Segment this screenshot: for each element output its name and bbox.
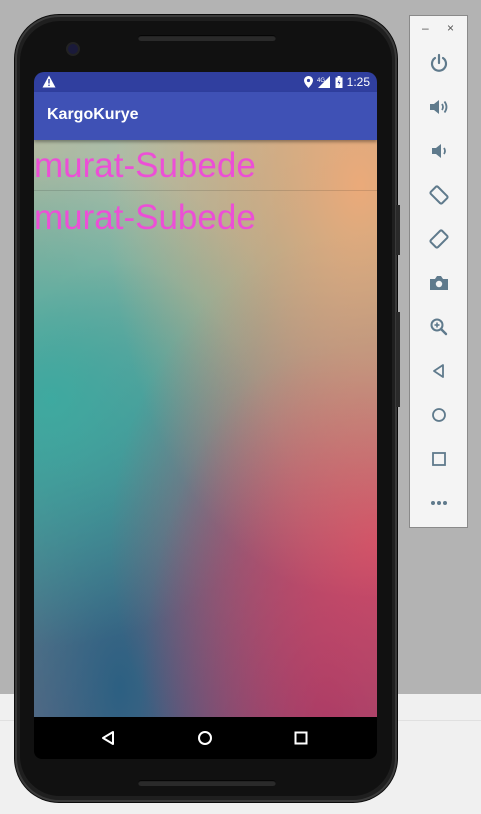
text-line: murat-Subede [34,146,256,185]
status-bar: 4G 1:25 [34,72,377,92]
battery-icon [335,76,343,88]
power-side-button[interactable] [396,205,400,255]
volume-up-icon [430,100,448,114]
toolbar-back-button[interactable] [426,358,452,384]
minimize-button[interactable]: – [422,22,429,34]
home-icon [432,408,446,422]
volume-side-button[interactable] [396,312,400,407]
more-icon [431,501,447,505]
status-time: 1:25 [346,75,370,89]
camera-icon [430,276,448,290]
toolbar-overview-button[interactable] [426,446,452,472]
back-icon [102,731,114,745]
content-background: murat-Subede murat-Subede [34,140,377,717]
toolbar-home-button[interactable] [426,402,452,428]
emulator-toolbar: – × [409,15,468,528]
rotate-right-button[interactable] [426,226,452,252]
rotate-left-icon [429,185,449,205]
location-icon [303,76,313,88]
volume-down-button[interactable] [426,138,452,164]
more-button[interactable] [426,490,452,516]
zoom-icon [430,318,448,336]
zoom-button[interactable] [426,314,452,340]
rotate-left-button[interactable] [426,182,452,208]
signal-4g-icon: 4G [317,76,330,88]
nav-back-button[interactable] [96,726,120,750]
bottom-speaker [138,780,276,786]
text-line: murat-Subede [34,198,256,237]
volume-up-button[interactable] [426,94,452,120]
back-icon [433,364,444,378]
app-title: KargoKurye [47,106,139,123]
phone-screen: 4G 1:25 KargoKurye murat-Subede murat-Su… [34,72,377,717]
nav-recents-button[interactable] [289,726,313,750]
power-button[interactable] [426,50,452,76]
navigation-bar [34,717,377,759]
close-button[interactable]: × [447,22,454,34]
rotate-right-icon [429,229,449,249]
volume-down-icon [432,144,446,158]
row-divider [34,190,377,191]
status-icons: 4G 1:25 [303,75,370,89]
recents-icon [294,731,308,745]
nav-home-button[interactable] [193,726,217,750]
home-icon [198,731,212,745]
svg-text:4G: 4G [317,78,325,84]
overview-icon [432,452,446,466]
front-camera [68,44,78,54]
warning-icon [42,75,56,88]
power-icon [430,53,448,72]
app-bar: KargoKurye [34,92,377,140]
top-speaker [138,35,276,41]
screenshot-button[interactable] [426,270,452,296]
